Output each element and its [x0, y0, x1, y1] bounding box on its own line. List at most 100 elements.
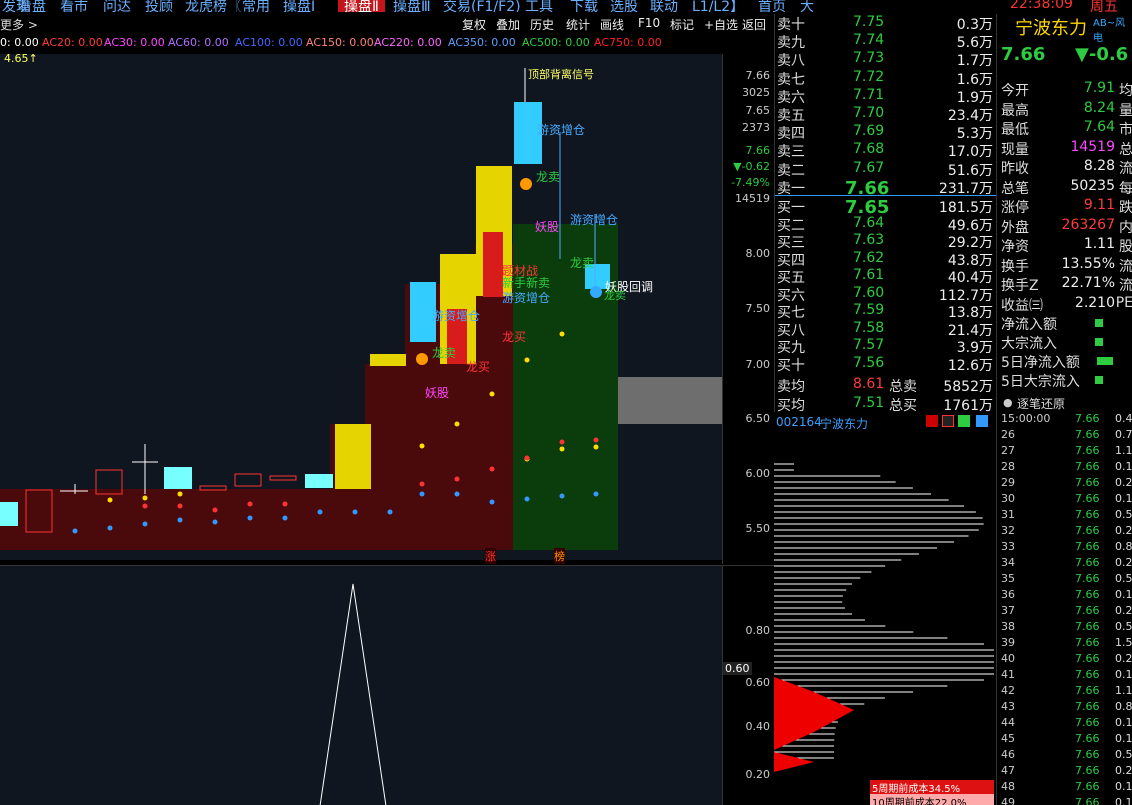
- tick-time: 35: [1001, 572, 1015, 585]
- total-value: 5852万: [943, 379, 993, 395]
- bid-row: 买九 7.57 3.9万: [775, 337, 997, 356]
- toolbar-button-0[interactable]: 复权: [462, 16, 486, 33]
- ma-label-5: AC150: 0.00: [306, 36, 374, 49]
- indicator-chart[interactable]: [0, 565, 722, 805]
- flow-bar: [1095, 319, 1103, 327]
- quote-extra: 股: [1119, 239, 1132, 255]
- toolbar-button-5[interactable]: F10: [638, 16, 660, 30]
- axis-750: 7.50: [745, 302, 771, 315]
- tool-icon-2[interactable]: [942, 415, 954, 427]
- tool-icon-3[interactable]: [958, 415, 970, 427]
- axis-650: 6.50: [745, 412, 771, 425]
- menu-item-6[interactable]: 〖常用: [228, 0, 270, 12]
- quote-value: 22.71%: [1061, 275, 1115, 291]
- tick-price: 7.66: [1075, 604, 1100, 617]
- tool-icon-4[interactable]: [976, 415, 988, 427]
- tick-qty: 0.1: [1115, 668, 1132, 681]
- sub-axis-060: 0.60: [745, 676, 771, 689]
- tick-qty: 1.5: [1115, 636, 1132, 649]
- menu-item-15[interactable]: L1/L2】: [692, 0, 744, 12]
- stock-name-bar: 002164 宁波东力: [774, 413, 996, 431]
- quote-key: 现量: [1001, 141, 1029, 158]
- menu-item-10[interactable]: 交易(F1/F2): [443, 0, 521, 12]
- quote-value: 8.28: [1083, 158, 1115, 174]
- quote-price: 7.66: [1001, 44, 1046, 65]
- ask-price: 7.68: [853, 141, 885, 158]
- menu-item-14[interactable]: 联动: [650, 0, 678, 12]
- tick-row: 49 7.66 0.1: [997, 796, 1132, 805]
- toolbar-button-6[interactable]: 标记: [670, 16, 694, 33]
- menu-item-4[interactable]: 投顾: [145, 0, 173, 12]
- tick-price: 7.66: [1075, 476, 1100, 489]
- toolbar-button-1[interactable]: 叠加: [496, 16, 520, 33]
- tick-time: 30: [1001, 492, 1015, 505]
- avg-price: 8.61: [853, 376, 885, 392]
- menu-item-12[interactable]: 下载: [570, 0, 598, 12]
- tick-row: 47 7.66 0.2: [997, 764, 1132, 780]
- bid-price: 7.59: [853, 302, 885, 318]
- toolbar-button-2[interactable]: 历史: [530, 16, 554, 33]
- menu-item-3[interactable]: 问达: [103, 0, 131, 12]
- signal-label-3: 妖股: [535, 220, 560, 234]
- quote-value: 7.64: [1083, 119, 1115, 135]
- signal-label-10: 游资增仓: [502, 291, 551, 305]
- menu-item-13[interactable]: 选股: [610, 0, 638, 12]
- tick-row: 41 7.66 0.1: [997, 668, 1132, 684]
- menu-item-11[interactable]: 工具: [525, 0, 553, 12]
- tick-time: 27: [1001, 444, 1015, 457]
- menu-item-16[interactable]: 首页: [758, 0, 786, 12]
- tick-price: 7.66: [1075, 412, 1100, 425]
- quote-extra: 流: [1119, 278, 1132, 294]
- ask-volume: 23.4万: [947, 108, 993, 124]
- menu-item-17[interactable]: 大: [800, 0, 814, 12]
- quote-key: 总笔: [1001, 180, 1029, 197]
- menu-item-7[interactable]: 操盘Ⅰ: [283, 0, 315, 12]
- ask-label: 卖六: [777, 89, 805, 106]
- tick-time: 36: [1001, 588, 1015, 601]
- ask-price: 7.69: [853, 123, 885, 140]
- quote-key: 收益㈢: [1001, 297, 1043, 314]
- avg-label: 卖均: [777, 379, 805, 395]
- menu-item-2[interactable]: 看市: [60, 0, 88, 12]
- info-change: ▼-0.62: [733, 160, 770, 173]
- bid-price: 7.58: [853, 319, 885, 336]
- menu-item-5[interactable]: 龙虎榜: [185, 0, 227, 12]
- menu-item-9[interactable]: 操盘Ⅲ: [393, 0, 431, 12]
- more-menu[interactable]: 更多 >: [0, 16, 38, 33]
- toolbar-button-4[interactable]: 画线: [600, 16, 624, 33]
- flow-bar: [1095, 338, 1103, 346]
- quote-value: 8.24: [1083, 99, 1115, 116]
- ticks-title[interactable]: 逐笔还原: [1017, 395, 1065, 412]
- main-kline-chart[interactable]: 4.65↑ 顶部背离信号 游资增仓 龙卖 妖股 游资增仓 龙卖 妖股回调 龙卖 …: [0, 52, 722, 564]
- signal-label-7: 龙卖: [604, 289, 626, 302]
- ticks-toggle-icon[interactable]: ●: [1003, 396, 1013, 409]
- flow-label: 净流入额: [1001, 317, 1057, 333]
- tick-row: 43 7.66 0.8: [997, 700, 1132, 716]
- toolbar-button-8[interactable]: 返回: [742, 16, 766, 33]
- tick-time: 43: [1001, 700, 1015, 713]
- toolbar-button-7[interactable]: +自选: [704, 16, 738, 33]
- menu-item-8[interactable]: 操盘Ⅱ: [338, 0, 385, 12]
- ask-label: 卖七: [777, 71, 805, 88]
- signal-label-2: 龙卖: [536, 170, 561, 184]
- ask-volume: 51.6万: [947, 162, 993, 179]
- info-volume: 3025: [742, 86, 770, 99]
- ask-price: 7.74: [853, 32, 885, 49]
- avg-row-0: 卖均 8.61 总卖 5852万: [775, 376, 997, 395]
- tool-icon-1[interactable]: [926, 415, 938, 427]
- tick-row: 30 7.66 0.1: [997, 492, 1132, 508]
- toolbar-button-3[interactable]: 统计: [566, 16, 590, 33]
- sub-axis-080: 0.80: [745, 624, 771, 637]
- chart-toolbar: 更多 > 复权 叠加 历史 统计 画线 F10 标记 +自选 返回: [0, 14, 770, 34]
- tick-time: 31: [1001, 508, 1015, 521]
- tick-price: 7.66: [1075, 652, 1100, 665]
- tick-time: 48: [1001, 780, 1015, 793]
- flow-bar: [1097, 357, 1113, 365]
- ask-row: 卖三 7.68 17.0万: [775, 141, 997, 160]
- quote-key: 最低: [1001, 122, 1029, 138]
- chip-caption-1: 5周期前成本34.5%: [870, 780, 994, 795]
- avg-label: 买均: [777, 398, 805, 414]
- menu-item-1[interactable]: 看盘: [18, 0, 46, 12]
- bid-volume: 12.6万: [947, 357, 993, 374]
- tick-row: 27 7.66 1.1: [997, 444, 1132, 460]
